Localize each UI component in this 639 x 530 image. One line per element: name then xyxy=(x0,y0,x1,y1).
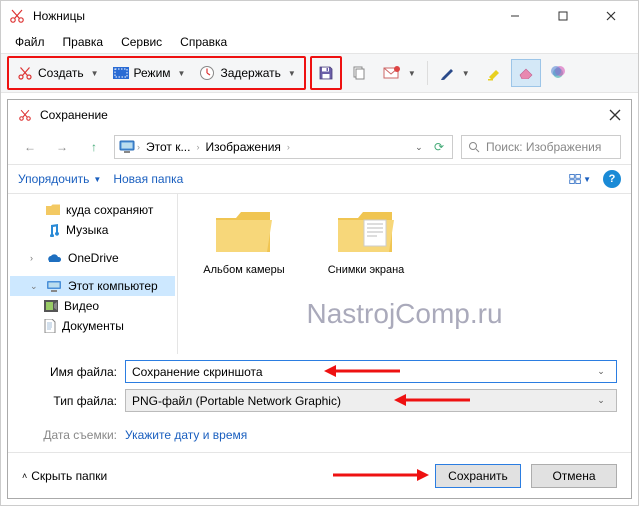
chevron-down-icon[interactable]: ⌄ xyxy=(592,366,610,377)
minimize-button[interactable] xyxy=(500,6,530,26)
folder-label: Снимки экрана xyxy=(328,264,405,276)
delay-label: Задержать xyxy=(220,66,280,80)
menu-help[interactable]: Справка xyxy=(172,33,235,51)
filetype-label: Тип файла: xyxy=(22,394,117,408)
folder-label: Альбом камеры xyxy=(203,264,284,276)
menu-file[interactable]: Файл xyxy=(7,33,53,51)
tree-item[interactable]: Музыка xyxy=(10,220,175,240)
scissors-icon xyxy=(9,8,25,24)
send-button[interactable]: ▼ xyxy=(376,59,423,87)
annotation-toolbar-highlight: Создать ▼ Режим ▼ Задержать ▼ xyxy=(7,56,306,90)
folder-icon xyxy=(46,204,60,216)
annotation-save-highlight xyxy=(310,56,342,90)
onedrive-icon xyxy=(46,253,62,264)
breadcrumb-segment[interactable]: Этот к... xyxy=(142,140,194,154)
navigation-tree[interactable]: куда сохраняют Музыка ›OneDrive ⌄Этот ко… xyxy=(8,194,178,354)
chevron-down-icon: ▼ xyxy=(408,69,416,78)
organize-button[interactable]: Упорядочить ▼ xyxy=(18,172,101,186)
new-snip-button[interactable]: Создать ▼ xyxy=(10,59,106,87)
toolbar-separator xyxy=(427,61,428,85)
video-icon xyxy=(44,300,58,312)
tree-item-this-pc[interactable]: ⌄Этот компьютер xyxy=(10,276,175,296)
folder-icon xyxy=(212,206,276,258)
music-icon xyxy=(46,223,60,237)
folder-icon xyxy=(334,206,398,258)
paint-3d-icon xyxy=(550,65,566,81)
filename-label: Имя файла: xyxy=(22,365,117,379)
refresh-icon[interactable]: ⟳ xyxy=(430,140,448,154)
nav-up-button[interactable]: ↑ xyxy=(82,135,106,159)
watermark-text: NastrojComp.ru xyxy=(306,298,502,330)
search-icon xyxy=(468,141,480,153)
chevron-down-icon[interactable]: ⌄ xyxy=(410,142,428,153)
copy-icon xyxy=(351,65,367,81)
scissors-icon xyxy=(17,65,33,81)
nav-back-button[interactable]: ← xyxy=(18,135,42,159)
file-list[interactable]: Альбом камеры Снимки экрана NastrojComp.… xyxy=(178,194,631,354)
chevron-down-icon: ▼ xyxy=(288,69,296,78)
chevron-down-icon: ▼ xyxy=(462,69,470,78)
close-button[interactable] xyxy=(596,6,626,26)
date-taken-link[interactable]: Укажите дату и время xyxy=(125,428,247,442)
maximize-button[interactable] xyxy=(548,6,578,26)
highlighter-button[interactable] xyxy=(479,59,509,87)
tree-item[interactable]: Видео xyxy=(10,296,175,316)
highlighter-icon xyxy=(486,65,502,81)
dialog-close-button[interactable] xyxy=(609,109,621,121)
dialog-title: Сохранение xyxy=(40,108,609,122)
floppy-disk-icon xyxy=(318,65,334,81)
folder-item[interactable]: Снимки экрана xyxy=(316,206,416,276)
annotation-arrow xyxy=(331,467,431,483)
nav-forward-button: → xyxy=(50,135,74,159)
delay-button[interactable]: Задержать ▼ xyxy=(192,59,302,87)
view-options-button[interactable]: ▼ xyxy=(569,168,591,190)
document-icon xyxy=(44,319,56,333)
window-title: Ножницы xyxy=(33,9,500,23)
chevron-right-icon: › xyxy=(287,142,290,152)
menu-edit[interactable]: Правка xyxy=(55,33,112,51)
tree-item[interactable]: куда сохраняют xyxy=(10,200,175,220)
new-snip-label: Создать xyxy=(38,66,84,80)
hide-folders-button[interactable]: ˄Скрыть папки xyxy=(22,469,107,483)
date-taken-label: Дата съемки: xyxy=(22,428,117,442)
envelope-icon xyxy=(383,66,401,80)
save-file-button[interactable]: Сохранить xyxy=(435,464,521,488)
mode-rectangle-icon xyxy=(113,67,129,79)
clock-icon xyxy=(199,65,215,81)
chevron-right-icon: › xyxy=(137,142,140,152)
pen-icon xyxy=(439,65,455,81)
mode-button[interactable]: Режим ▼ xyxy=(106,59,193,87)
menu-tools[interactable]: Сервис xyxy=(113,33,170,51)
chevron-right-icon: › xyxy=(196,142,199,152)
chevron-down-icon: ▼ xyxy=(91,69,99,78)
folder-item[interactable]: Альбом камеры xyxy=(194,206,294,276)
eraser-button[interactable] xyxy=(511,59,541,87)
chevron-down-icon[interactable]: ⌄ xyxy=(592,395,610,406)
chevron-down-icon: ▼ xyxy=(178,69,186,78)
breadcrumb-segment[interactable]: Изображения xyxy=(201,140,284,154)
help-button[interactable]: ? xyxy=(603,170,621,188)
chevron-up-icon: ˄ xyxy=(22,471,27,481)
search-placeholder: Поиск: Изображения xyxy=(486,140,601,154)
new-folder-button[interactable]: Новая папка xyxy=(113,172,183,186)
cancel-button[interactable]: Отмена xyxy=(531,464,617,488)
pen-button[interactable]: ▼ xyxy=(432,59,477,87)
tree-item[interactable]: ›OneDrive xyxy=(10,248,175,268)
tree-item[interactable]: Документы xyxy=(10,316,175,336)
save-button[interactable] xyxy=(313,59,339,87)
scissors-icon xyxy=(18,108,32,122)
pc-icon xyxy=(119,140,135,154)
breadcrumb[interactable]: › Этот к... › Изображения › ⌄ ⟳ xyxy=(114,135,453,159)
mode-label: Режим xyxy=(134,66,171,80)
filename-input[interactable]: Сохранение скриншота ⌄ xyxy=(125,360,617,383)
filetype-select[interactable]: PNG-файл (Portable Network Graphic) ⌄ xyxy=(125,389,617,412)
eraser-icon xyxy=(518,67,534,79)
copy-button[interactable] xyxy=(344,59,374,87)
search-input[interactable]: Поиск: Изображения xyxy=(461,135,621,159)
chevron-down-icon: ▼ xyxy=(93,175,101,184)
pc-icon xyxy=(46,280,62,293)
edit-paint3d-button[interactable] xyxy=(543,59,573,87)
